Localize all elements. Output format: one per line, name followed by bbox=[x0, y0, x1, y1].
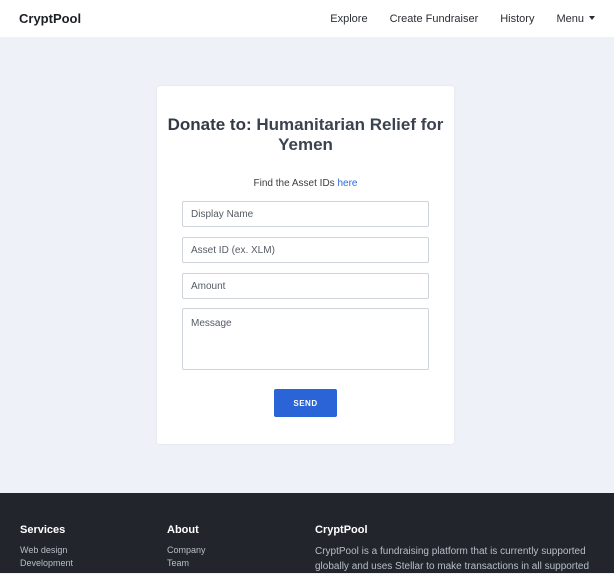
footer-link-web-design[interactable]: Web design bbox=[20, 544, 73, 557]
amount-input[interactable] bbox=[182, 273, 429, 299]
nav-links: Explore Create Fundraiser History Menu bbox=[330, 13, 595, 25]
send-button[interactable]: SEND bbox=[274, 389, 337, 417]
nav-history[interactable]: History bbox=[500, 13, 534, 25]
footer-cryptpool: CryptPool CryptPool is a fundraising pla… bbox=[315, 524, 600, 574]
donation-card: Donate to: Humanitarian Relief for Yemen… bbox=[157, 86, 454, 444]
footer-link-development[interactable]: Development bbox=[20, 557, 73, 570]
caret-down-icon bbox=[589, 15, 595, 20]
footer-services-heading: Services bbox=[20, 524, 66, 536]
footer-link-team[interactable]: Team bbox=[167, 557, 206, 570]
top-navbar: CryptPool Explore Create Fundraiser Hist… bbox=[0, 0, 614, 37]
site-footer: Services Web design Development About Co… bbox=[0, 493, 614, 573]
fundraiser-name: Humanitarian Relief for Yemen bbox=[256, 115, 444, 154]
page-title: Donate to: Humanitarian Relief for Yemen bbox=[157, 115, 454, 155]
title-prefix: Donate to: bbox=[167, 115, 252, 134]
display-name-input[interactable] bbox=[182, 201, 429, 227]
footer-about: About Company Team bbox=[167, 524, 206, 570]
nav-explore[interactable]: Explore bbox=[330, 13, 367, 25]
asset-id-input[interactable] bbox=[182, 237, 429, 263]
nav-menu-label: Menu bbox=[556, 12, 584, 25]
footer-about-heading: About bbox=[167, 524, 199, 536]
brand-logo[interactable]: CryptPool bbox=[19, 11, 81, 26]
nav-menu-dropdown[interactable]: Menu bbox=[556, 13, 595, 25]
asset-note-text: Find the Asset IDs bbox=[253, 178, 335, 189]
footer-link-company[interactable]: Company bbox=[167, 544, 206, 557]
asset-ids-link[interactable]: here bbox=[337, 178, 357, 189]
footer-services: Services Web design Development bbox=[20, 524, 73, 570]
footer-cryptpool-description: CryptPool is a fundraising platform that… bbox=[315, 546, 590, 572]
nav-create-fundraiser[interactable]: Create Fundraiser bbox=[390, 13, 479, 25]
message-textarea[interactable] bbox=[182, 308, 429, 370]
footer-cryptpool-heading: CryptPool bbox=[315, 524, 368, 536]
asset-id-note: Find the Asset IDs here bbox=[157, 178, 454, 189]
